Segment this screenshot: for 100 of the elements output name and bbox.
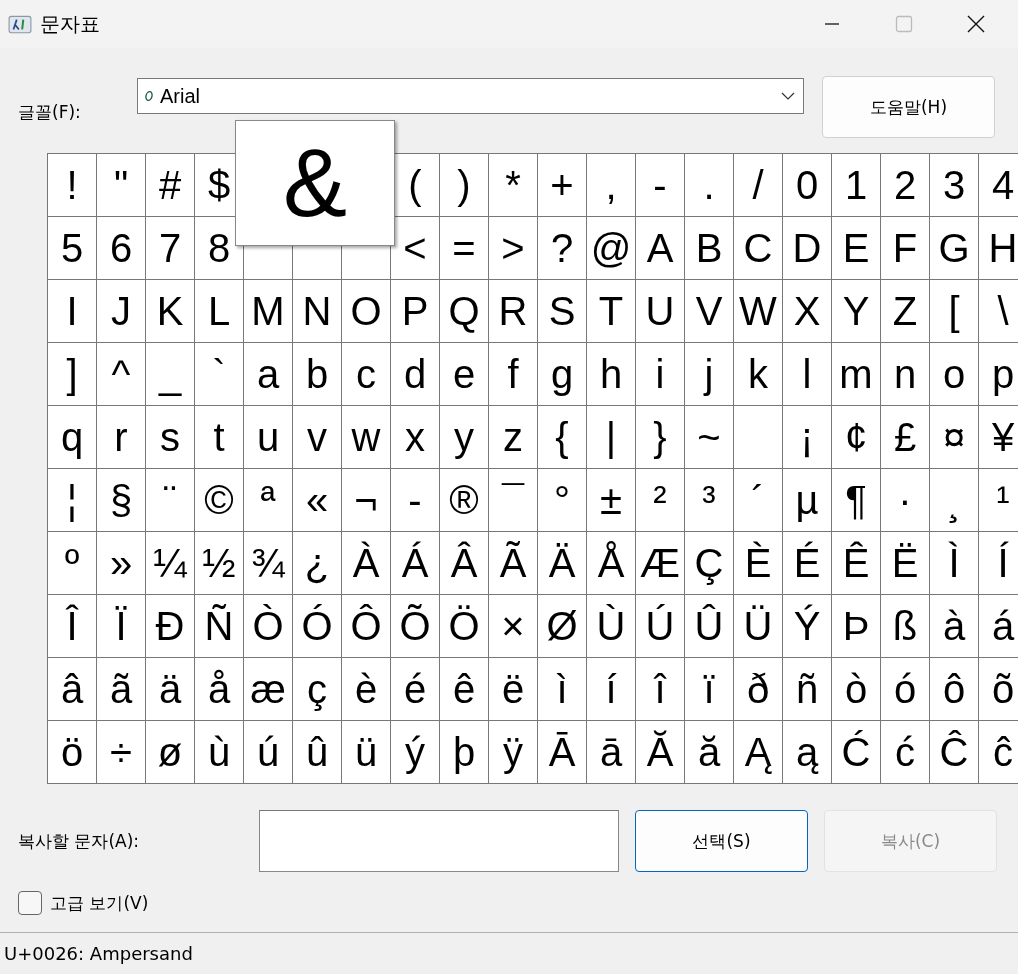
character-cell[interactable]: o <box>930 343 979 406</box>
font-dropdown[interactable]: Arial <box>137 78 804 114</box>
character-cell[interactable]: b <box>293 343 342 406</box>
character-cell[interactable]: © <box>195 469 244 532</box>
character-cell[interactable]: I <box>48 280 97 343</box>
character-cell[interactable]: ä <box>146 658 195 721</box>
character-cell[interactable]: 5 <box>48 217 97 280</box>
character-cell[interactable]: ù <box>195 721 244 784</box>
character-cell[interactable]: V <box>685 280 734 343</box>
character-cell[interactable]: P <box>391 280 440 343</box>
character-cell[interactable]: E <box>832 217 881 280</box>
character-cell[interactable]: Ó <box>293 595 342 658</box>
character-cell[interactable]: x <box>391 406 440 469</box>
character-cell[interactable]: Ç <box>685 532 734 595</box>
character-cell[interactable]: f <box>489 343 538 406</box>
character-cell[interactable]: ± <box>587 469 636 532</box>
character-cell[interactable]: J <box>97 280 146 343</box>
character-cell[interactable]: e <box>440 343 489 406</box>
character-cell[interactable]: Ï <box>97 595 146 658</box>
character-cell[interactable]: B <box>685 217 734 280</box>
character-cell[interactable]: ñ <box>783 658 832 721</box>
character-cell[interactable]: R <box>489 280 538 343</box>
character-cell[interactable]: ? <box>538 217 587 280</box>
character-cell[interactable]: # <box>146 154 195 217</box>
character-cell[interactable]: | <box>587 406 636 469</box>
character-cell[interactable]: [ <box>930 280 979 343</box>
character-cell[interactable]: ą <box>783 721 832 784</box>
character-cell[interactable]: ¼ <box>146 532 195 595</box>
select-button[interactable]: 선택(S) <box>635 810 808 872</box>
character-cell[interactable]: w <box>342 406 391 469</box>
character-cell[interactable]: W <box>734 280 783 343</box>
character-cell[interactable]: ) <box>440 154 489 217</box>
character-cell[interactable]: ì <box>538 658 587 721</box>
character-cell[interactable]: Ä <box>538 532 587 595</box>
character-cell[interactable]: ý <box>391 721 440 784</box>
character-cell[interactable]: î <box>636 658 685 721</box>
character-cell[interactable]: 2 <box>881 154 930 217</box>
character-cell[interactable]: Ą <box>734 721 783 784</box>
character-cell[interactable]: 7 <box>146 217 195 280</box>
character-cell[interactable]: c <box>342 343 391 406</box>
character-cell[interactable]: 0 <box>783 154 832 217</box>
character-cell[interactable]: Ù <box>587 595 636 658</box>
character-cell[interactable]: ă <box>685 721 734 784</box>
character-cell[interactable]: A <box>636 217 685 280</box>
character-cell[interactable]: ¿ <box>293 532 342 595</box>
character-cell[interactable]: ā <box>587 721 636 784</box>
character-cell[interactable]: à <box>930 595 979 658</box>
character-cell[interactable]: T <box>587 280 636 343</box>
character-cell[interactable]: ª <box>244 469 293 532</box>
character-cell[interactable]: y <box>440 406 489 469</box>
character-cell[interactable]: , <box>587 154 636 217</box>
character-cell[interactable]: v <box>293 406 342 469</box>
character-cell[interactable]: Ú <box>636 595 685 658</box>
character-cell[interactable]: d <box>391 343 440 406</box>
character-cell[interactable]: å <box>195 658 244 721</box>
character-cell[interactable]: ú <box>244 721 293 784</box>
character-cell[interactable]: £ <box>881 406 930 469</box>
character-cell[interactable]: } <box>636 406 685 469</box>
character-cell[interactable]: 6 <box>97 217 146 280</box>
character-cell[interactable]: k <box>734 343 783 406</box>
character-cell[interactable]: è <box>342 658 391 721</box>
character-cell[interactable]: s <box>146 406 195 469</box>
character-cell[interactable]: 1 <box>832 154 881 217</box>
character-cell[interactable]: À <box>342 532 391 595</box>
character-cell[interactable]: ¯ <box>489 469 538 532</box>
character-cell[interactable]: ^ <box>97 343 146 406</box>
character-cell[interactable]: ¸ <box>930 469 979 532</box>
character-cell[interactable]: ï <box>685 658 734 721</box>
character-cell[interactable]: O <box>342 280 391 343</box>
character-cell[interactable]: ã <box>97 658 146 721</box>
character-cell[interactable]: j <box>685 343 734 406</box>
character-cell[interactable]: ó <box>881 658 930 721</box>
character-cell[interactable]: . <box>685 154 734 217</box>
character-cell[interactable]: ¢ <box>832 406 881 469</box>
character-cell[interactable]: Ñ <box>195 595 244 658</box>
character-cell[interactable]: l <box>783 343 832 406</box>
character-cell[interactable]: Á <box>391 532 440 595</box>
character-cell[interactable]: ë <box>489 658 538 721</box>
character-cell[interactable]: n <box>881 343 930 406</box>
character-cell[interactable]: < <box>391 217 440 280</box>
character-cell[interactable]: ! <box>48 154 97 217</box>
character-cell[interactable]: g <box>538 343 587 406</box>
character-cell[interactable]: ć <box>881 721 930 784</box>
character-cell[interactable]: ü <box>342 721 391 784</box>
character-cell[interactable]: ° <box>538 469 587 532</box>
character-cell[interactable]: ç <box>293 658 342 721</box>
character-cell[interactable]: z <box>489 406 538 469</box>
character-cell[interactable]: = <box>440 217 489 280</box>
character-cell[interactable]: - <box>636 154 685 217</box>
character-cell[interactable]: Ì <box>930 532 979 595</box>
character-cell[interactable]: ¡ <box>783 406 832 469</box>
character-cell[interactable]: + <box>538 154 587 217</box>
character-cell[interactable]: Ý <box>783 595 832 658</box>
character-cell[interactable]: ÿ <box>489 721 538 784</box>
character-cell[interactable]: ò <box>832 658 881 721</box>
character-cell[interactable]: ~ <box>685 406 734 469</box>
character-cell[interactable]: L <box>195 280 244 343</box>
character-cell[interactable]: ] <box>48 343 97 406</box>
character-cell[interactable]: Ò <box>244 595 293 658</box>
character-cell[interactable]: « <box>293 469 342 532</box>
